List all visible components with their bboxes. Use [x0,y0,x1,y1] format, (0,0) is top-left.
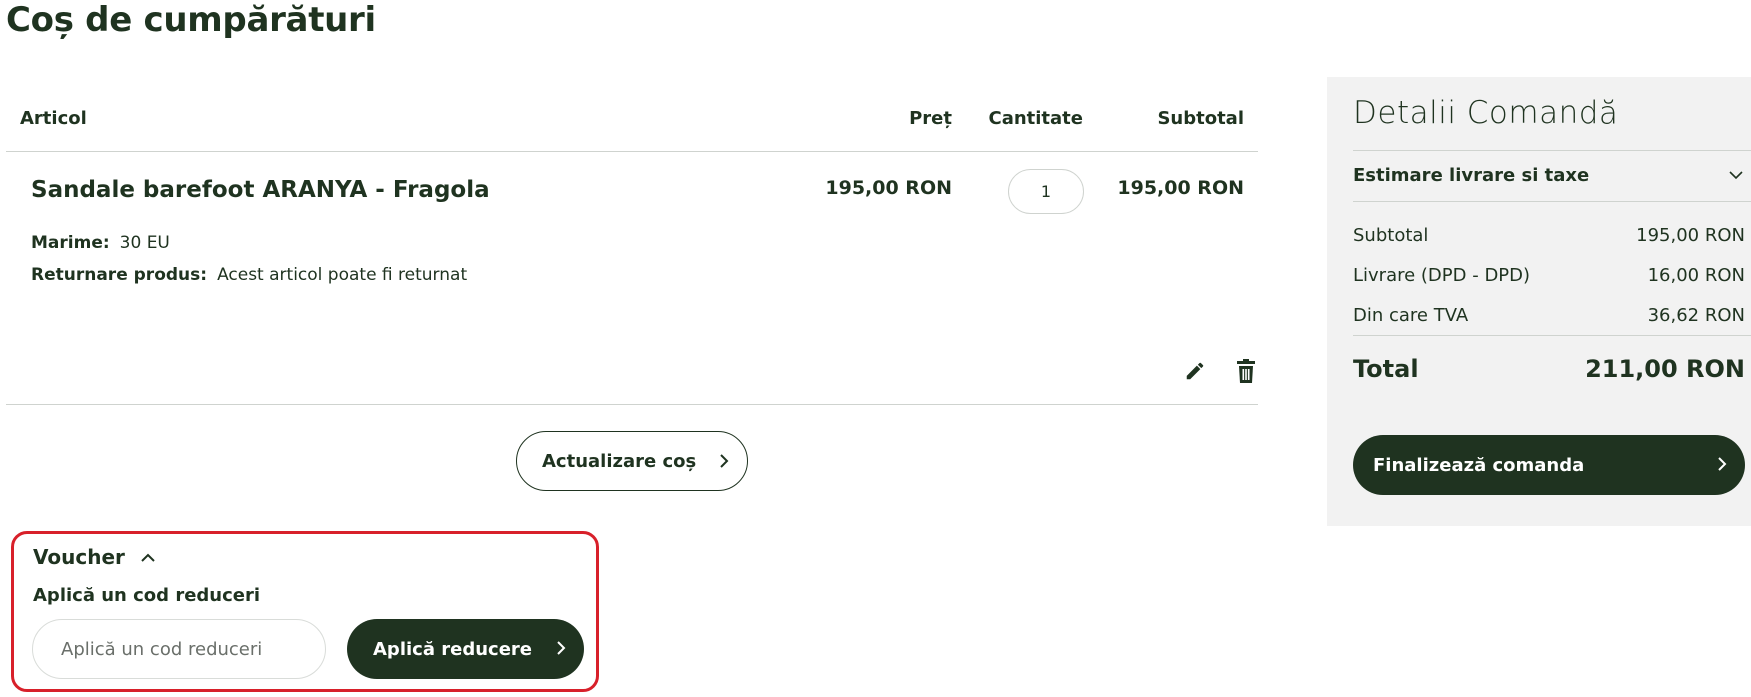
summary-row-value: 16,00 RON [1647,265,1745,286]
quantity-input[interactable] [1008,169,1084,214]
update-cart-label: Actualizare coș [542,450,697,472]
voucher-section: Voucher Aplică un cod reduceri Aplică re… [11,531,599,692]
summary-total: Total 211,00 RON [1353,355,1745,383]
apply-discount-button[interactable]: Aplică reducere [347,619,584,679]
header-article: Articol [20,108,87,129]
update-cart-button[interactable]: Actualizare coș [516,431,748,491]
chevron-right-icon [1715,454,1729,479]
summary-row-label: Livrare (DPD - DPD) [1353,265,1531,286]
chevron-up-icon [139,545,157,569]
header-price: Preț [909,108,952,129]
summary-row-value: 195,00 RON [1636,225,1745,246]
voucher-toggle[interactable]: Voucher [33,545,157,569]
apply-discount-label: Aplică reducere [373,638,532,660]
voucher-title: Voucher [33,545,125,569]
cart-table-header: Articol Preț Cantitate Subtotal [6,78,1258,152]
summary-title: Detalii Comandă [1353,95,1619,131]
summary-row-shipping: Livrare (DPD - DPD) 16,00 RON [1353,265,1745,286]
option-size: Marime: 30 EU [31,233,170,253]
chevron-right-icon [554,638,568,663]
divider [1353,335,1751,336]
divider [1353,150,1751,151]
voucher-code-input[interactable] [32,619,326,679]
order-summary: Detalii Comandă Estimare livrare si taxe… [1327,77,1751,526]
product-price: 195,00 RON [825,177,952,199]
option-return: Returnare produs: Acest articol poate fi … [31,265,467,285]
total-value: 211,00 RON [1585,355,1745,383]
voucher-subtitle: Aplică un cod reduceri [33,585,261,606]
page-title: Coș de cumpărături [6,0,376,40]
estimate-shipping-label: Estimare livrare si taxe [1353,165,1590,186]
option-return-label: Returnare produs: [31,265,208,285]
summary-row-value: 36,62 RON [1647,305,1745,326]
pencil-icon[interactable] [1182,358,1208,384]
option-size-value: 30 EU [119,233,170,253]
cart-table: Articol Preț Cantitate Subtotal Sandale … [6,78,1258,405]
header-quantity: Cantitate [988,108,1083,129]
total-label: Total [1353,355,1419,383]
divider [1353,201,1751,202]
checkout-button[interactable]: Finalizează comanda [1353,435,1745,495]
summary-row-vat: Din care TVA 36,62 RON [1353,305,1745,326]
trash-icon[interactable] [1233,358,1259,384]
summary-row-subtotal: Subtotal 195,00 RON [1353,225,1745,246]
cart-item-row: Sandale barefoot ARANYA - Fragola 195,00… [6,152,1258,405]
option-return-value: Acest articol poate fi returnat [217,265,468,285]
product-name[interactable]: Sandale barefoot ARANYA - Fragola [31,177,490,203]
chevron-right-icon [717,451,731,476]
estimate-shipping-toggle[interactable]: Estimare livrare si taxe [1353,165,1745,186]
product-subtotal: 195,00 RON [1117,177,1244,199]
summary-row-label: Subtotal [1353,225,1429,246]
header-subtotal: Subtotal [1157,108,1244,129]
checkout-label: Finalizează comanda [1373,454,1585,476]
summary-row-label: Din care TVA [1353,305,1469,326]
chevron-down-icon [1727,165,1745,186]
option-size-label: Marime: [31,233,110,253]
